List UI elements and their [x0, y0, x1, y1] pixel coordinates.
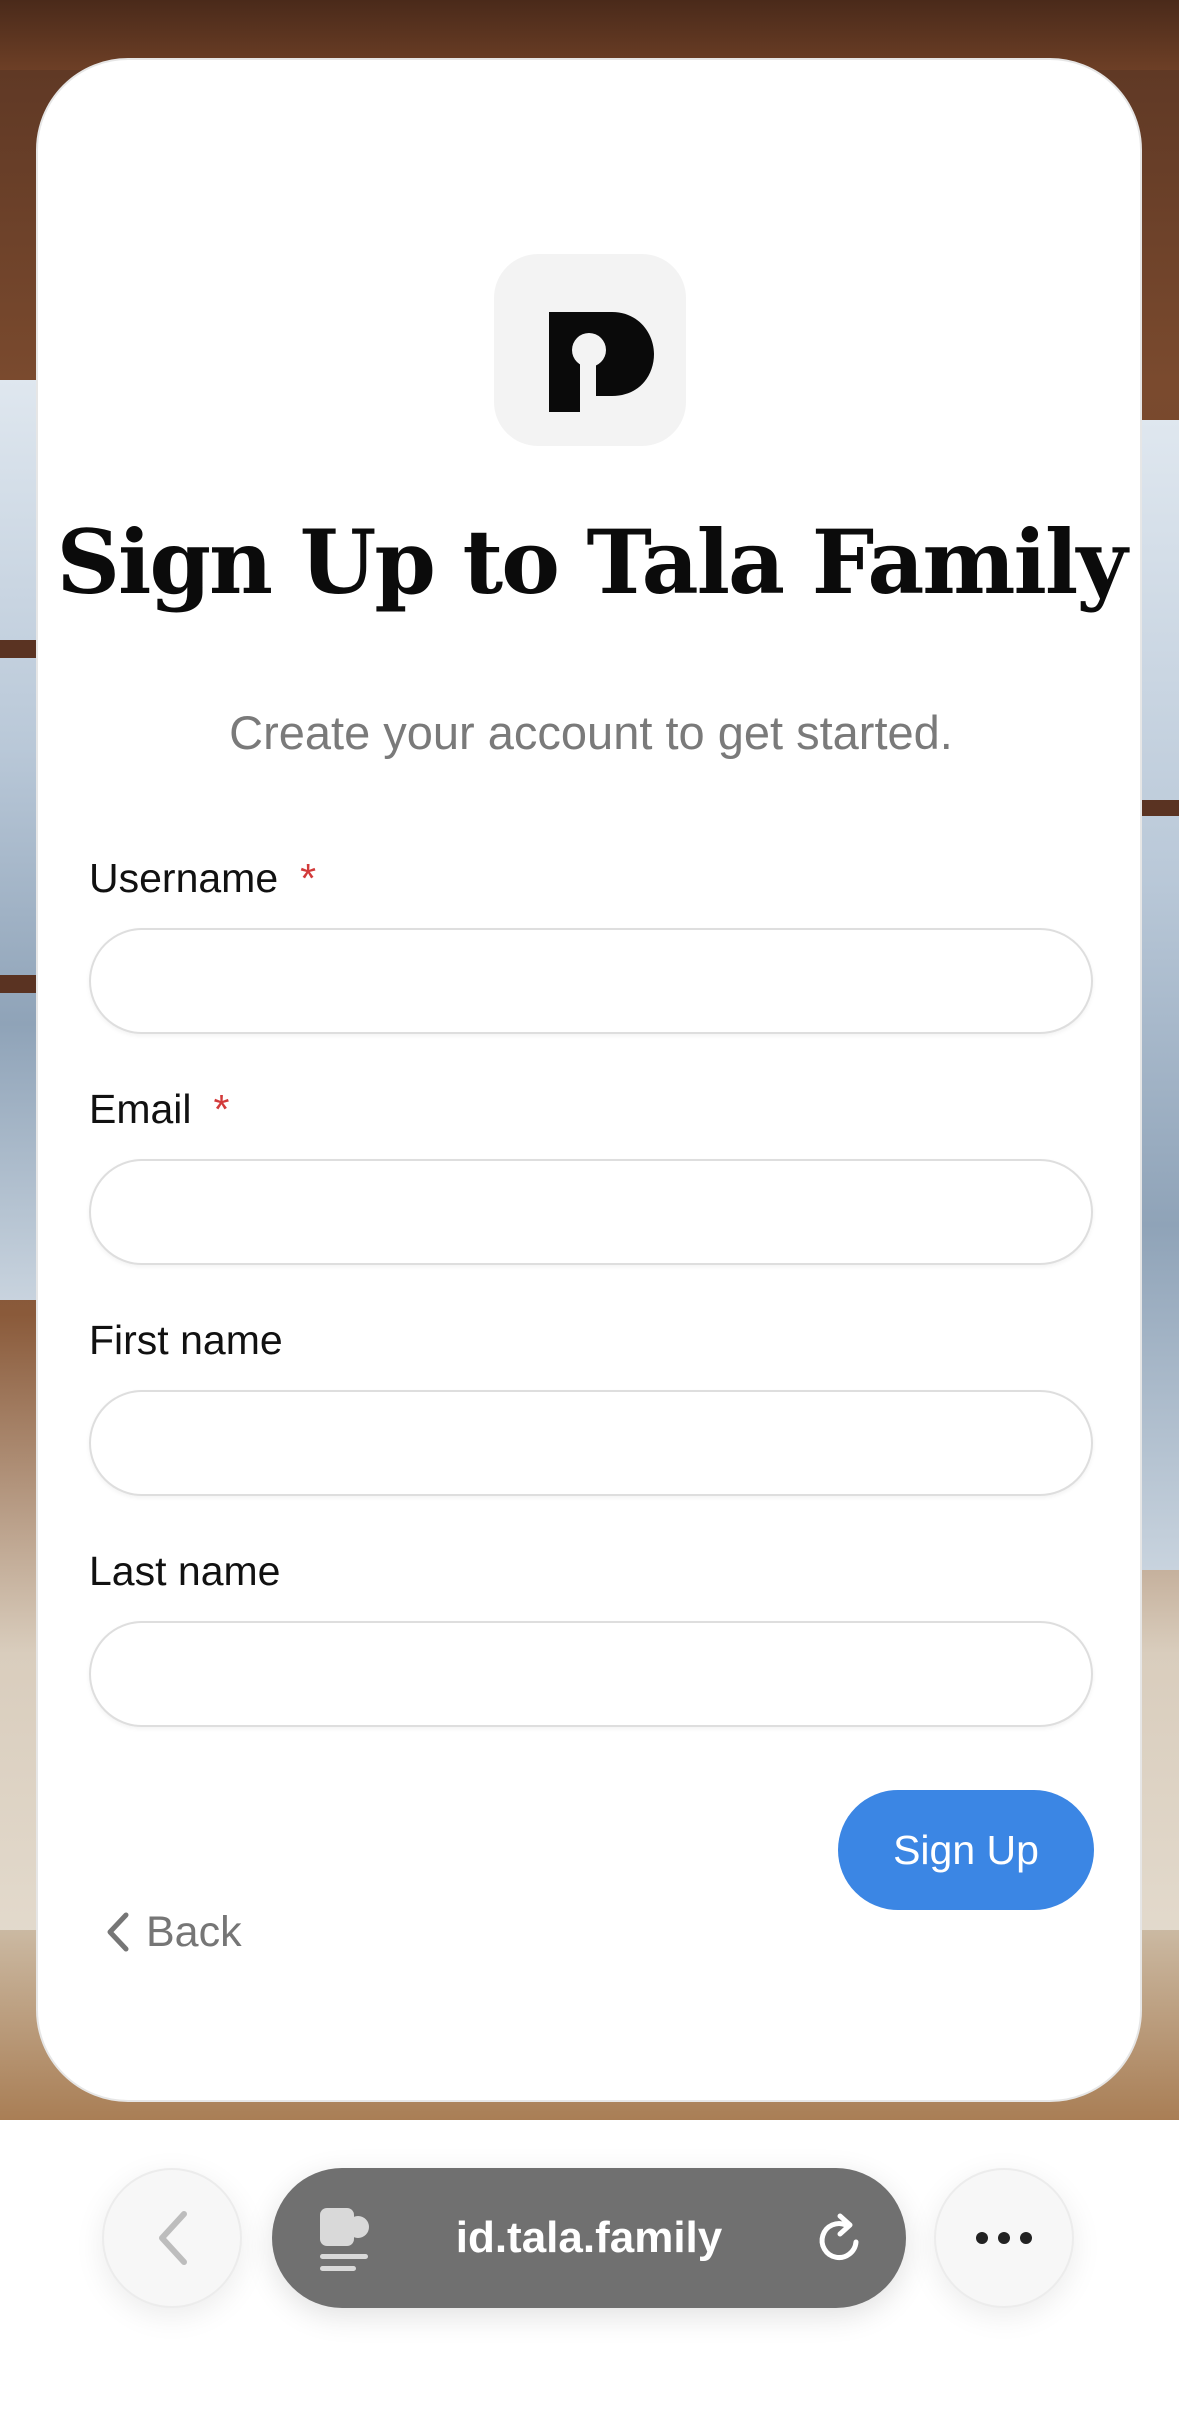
- reload-icon[interactable]: [812, 2212, 868, 2268]
- sign-up-button[interactable]: Sign Up: [838, 1790, 1094, 1910]
- chevron-left-icon: [107, 1912, 129, 1952]
- email-label: Email *: [89, 1086, 230, 1132]
- chevron-left-icon: [159, 2211, 187, 2265]
- url-text: id.tala.family: [455, 2213, 723, 2262]
- first-name-label: First name: [89, 1317, 283, 1363]
- last-name-input[interactable]: [89, 1621, 1093, 1727]
- username-input[interactable]: [89, 928, 1093, 1034]
- page-title: Sign Up to Tala Family: [56, 510, 1128, 614]
- more-button[interactable]: [934, 2168, 1074, 2308]
- signup-card: Sign Up to Tala Family Create your accou…: [36, 58, 1142, 2102]
- back-link[interactable]: Back: [102, 1902, 242, 1962]
- last-name-label: Last name: [89, 1548, 281, 1594]
- more-icon: [976, 2232, 1032, 2244]
- tala-p-logo-icon: [549, 312, 654, 414]
- back-label: Back: [146, 1907, 242, 1956]
- browser-toolbar: id.tala.family: [0, 2120, 1179, 2412]
- address-bar[interactable]: id.tala.family: [272, 2168, 906, 2308]
- required-asterisk: *: [213, 1086, 230, 1132]
- page-subtitle: Create your account to get started.: [229, 706, 953, 759]
- username-label: Username *: [89, 855, 317, 901]
- email-input[interactable]: [89, 1159, 1093, 1265]
- app-logo: [494, 254, 686, 446]
- first-name-input[interactable]: [89, 1390, 1093, 1496]
- browser-back-button[interactable]: [102, 2168, 242, 2308]
- required-asterisk: *: [300, 855, 317, 901]
